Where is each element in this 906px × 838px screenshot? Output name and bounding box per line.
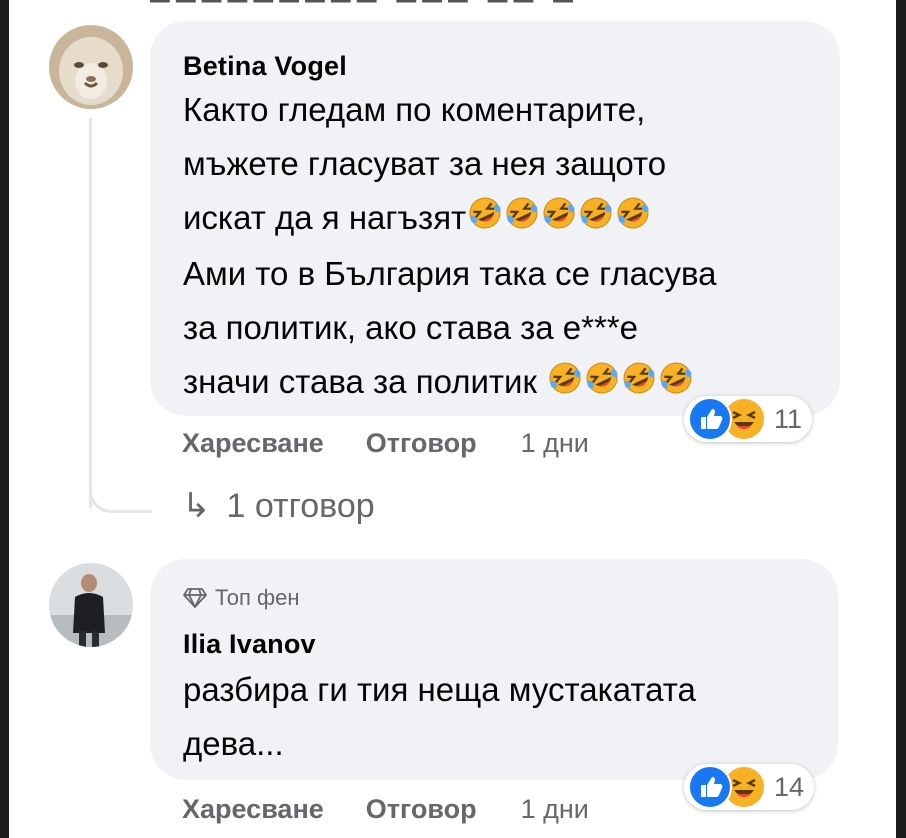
comment-text: разбира ги тия неща мустакатата дева... xyxy=(183,663,696,771)
window-frame-right xyxy=(896,0,906,838)
reply-button[interactable]: Отговор xyxy=(366,428,477,459)
comment-line-text: значи става за политик xyxy=(183,363,537,401)
avatar-betina-vogel[interactable] xyxy=(49,25,133,109)
like-icon xyxy=(688,397,732,441)
rolling-on-floor-laughing-emoji xyxy=(541,193,577,247)
comment-line: за политик, ако става за е***е xyxy=(183,309,639,347)
view-replies-link[interactable]: ↳ 1 отговор xyxy=(182,486,375,526)
reaction-summary[interactable]: 11 xyxy=(684,396,813,442)
comment-actions: Харесване Отговор 1 дни xyxy=(182,794,589,825)
rolling-on-floor-laughing-emoji xyxy=(615,193,651,247)
comment-line-with-emoji: искат да я нагъзят xyxy=(183,191,717,247)
view-replies-label: 1 отговор xyxy=(226,486,375,525)
comment-text: Както гледам по коментарите, мъжете глас… xyxy=(183,83,717,412)
rolling-on-floor-laughing-emoji xyxy=(578,193,614,247)
top-fan-badge[interactable]: Топ фен xyxy=(183,585,299,611)
window-frame-left xyxy=(0,0,9,838)
reaction-count: 14 xyxy=(774,771,805,802)
comment-line-with-emoji: значи става за политик xyxy=(183,355,717,411)
reaction-summary[interactable]: 14 xyxy=(684,764,815,810)
comment-line: Както гледам по коментарите, xyxy=(183,91,646,128)
previous-comment-actions-cut-off: ▀▀▀▀▀▀▀▀▀ ▀▀▀ ▀▀ ▀ xyxy=(150,0,620,10)
comment-author[interactable]: Betina Vogel xyxy=(183,51,347,82)
thread-connector xyxy=(89,470,152,513)
avatar-ilia-ivanov[interactable] xyxy=(49,563,133,647)
like-button[interactable]: Харесване xyxy=(182,428,324,459)
emoji-group xyxy=(466,197,651,236)
emoji-group xyxy=(546,362,694,400)
comment-actions: Харесване Отговор 1 дни xyxy=(182,428,589,459)
badge-label: Топ фен xyxy=(215,585,300,610)
reply-button[interactable]: Отговор xyxy=(366,794,477,825)
reply-arrow-icon: ↳ xyxy=(182,487,211,525)
comment-line: мъжете гласуват за нея защото xyxy=(183,145,667,182)
rolling-on-floor-laughing-emoji xyxy=(621,358,657,412)
rolling-on-floor-laughing-emoji xyxy=(504,193,540,247)
like-button[interactable]: Харесване xyxy=(182,794,324,825)
rolling-on-floor-laughing-emoji xyxy=(584,358,620,412)
comment-line: разбира ги тия неща мустакатата xyxy=(183,671,696,708)
rolling-on-floor-laughing-emoji xyxy=(547,358,583,412)
comment-line: дева... xyxy=(183,725,284,762)
like-icon xyxy=(688,765,732,809)
rolling-on-floor-laughing-emoji xyxy=(467,193,503,247)
comment-bubble: Топ фен Ilia Ivanov разбира ги тия неща … xyxy=(150,559,838,780)
comment-line-text: искат да я нагъзят xyxy=(183,199,467,236)
comment-line: Ами то в България така се гласува xyxy=(183,255,717,293)
comment-timestamp[interactable]: 1 дни xyxy=(521,794,589,825)
comment-timestamp[interactable]: 1 дни xyxy=(521,428,589,459)
thread-line xyxy=(89,118,92,508)
diamond-icon xyxy=(183,588,207,608)
comment-bubble: Betina Vogel Както гледам по коментарите… xyxy=(150,21,840,416)
reaction-count: 11 xyxy=(774,403,803,434)
comment-author[interactable]: Ilia Ivanov xyxy=(183,629,316,660)
